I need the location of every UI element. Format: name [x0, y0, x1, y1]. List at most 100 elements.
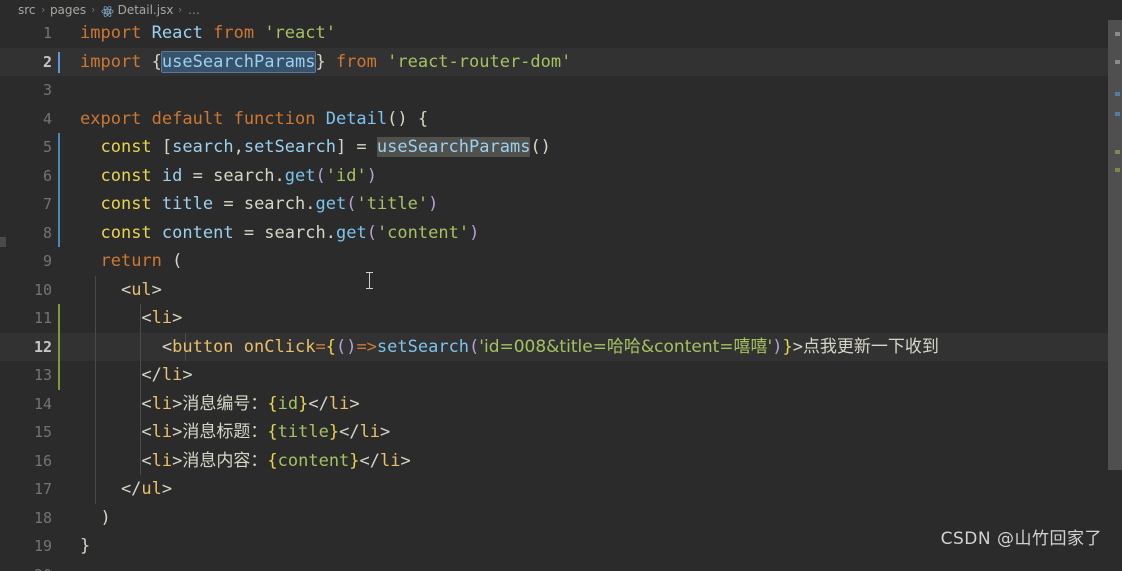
line-number: 4 [42, 109, 52, 128]
token-search: search [264, 222, 326, 243]
token-const: const [100, 194, 152, 214]
scrollbar-mark [1115, 168, 1120, 172]
breadcrumb-item-src[interactable]: src [18, 3, 36, 17]
line-content: ) [80, 507, 111, 528]
token-ul-tag: ul [131, 279, 152, 300]
line-number: 10 [33, 280, 52, 299]
code-line[interactable]: 5 const [search,setSearch] = useSearchPa… [0, 133, 1122, 162]
code-line[interactable]: 9 return ( [0, 247, 1122, 276]
line-number: 17 [33, 480, 52, 498]
scrollbar-mark [1115, 150, 1120, 154]
gutter-change-marker [58, 161, 60, 190]
scrollbar-thumb[interactable] [1108, 20, 1122, 470]
token-get: get [335, 222, 367, 243]
breadcrumb-item-file[interactable]: Detail.jsx [118, 3, 174, 17]
token-use-search-params-selected: useSearchParams [161, 51, 316, 72]
token-function: function [233, 108, 316, 129]
breadcrumb[interactable]: src › pages › Detail.jsx › … [0, 0, 1122, 19]
code-line[interactable]: 8 const content = search.get('content') [0, 218, 1122, 247]
scrollbar-mark [1115, 32, 1120, 36]
token-import: import [80, 23, 142, 43]
token-li-tag: li [359, 422, 381, 442]
line-content: </ul> [80, 479, 173, 499]
breadcrumb-separator-icon: › [178, 3, 183, 16]
token-get: get [284, 165, 316, 186]
token-li-tag: li [151, 450, 173, 471]
token-li-id-label: 消息编号： [182, 393, 268, 414]
line-number: 12 [33, 337, 52, 356]
line-content: <li>消息内容：{content}</li> [80, 450, 411, 471]
text-cursor [58, 51, 60, 73]
gutter-added-marker [58, 332, 60, 361]
token-ul-tag: ul [141, 479, 162, 499]
token-li-content-label: 消息内容： [182, 450, 268, 471]
line-number: 6 [42, 166, 52, 185]
code-line[interactable]: 6 const id = search.get('id') [0, 161, 1122, 190]
watermark: CSDN @山竹回家了 [940, 529, 1102, 549]
line-content: <li> [80, 308, 183, 328]
scrollbar-mark [1115, 60, 1120, 64]
token-li-tag: li [151, 393, 173, 414]
vertical-scrollbar[interactable] [1108, 0, 1122, 571]
token-search: search [243, 194, 306, 214]
code-line[interactable]: 14 <li>消息编号：{id}</li> [0, 389, 1122, 418]
breadcrumb-item-pages[interactable]: pages [50, 3, 86, 17]
token-detail: Detail [325, 108, 388, 129]
line-number: 1 [42, 24, 52, 42]
token-from: from [213, 23, 255, 43]
code-line[interactable]: 4 export default function Detail() { [0, 105, 1122, 134]
token-import: import [80, 51, 142, 72]
code-line[interactable]: 11 <li> [0, 304, 1122, 333]
token-li-title-label: 消息标题： [182, 422, 268, 442]
code-line[interactable]: 10 <ul> [0, 275, 1122, 304]
token-const: const [100, 137, 152, 157]
line-number: 3 [42, 81, 52, 99]
breadcrumb-separator-icon: › [40, 3, 45, 16]
line-content: <li>消息标题：{title}</li> [80, 422, 391, 442]
line-content: export default function Detail() { [80, 108, 429, 129]
code-line[interactable]: 20 [0, 561, 1122, 571]
line-number: 19 [33, 537, 52, 555]
token-search: search [213, 165, 275, 186]
line-number: 14 [33, 394, 52, 413]
line-number: 7 [42, 195, 52, 213]
token-button-tag: button [172, 336, 234, 357]
breadcrumb-separator-icon: › [91, 3, 96, 16]
code-line[interactable]: 3 [0, 76, 1122, 105]
line-number: 8 [42, 223, 52, 242]
code-line-active[interactable]: 2 import {useSearchParams} from 'react-r… [0, 47, 1122, 76]
line-number: 18 [33, 508, 52, 527]
code-editor: src › pages › Detail.jsx › … 1 import Re… [0, 0, 1122, 571]
token-content: content [161, 222, 234, 243]
token-export: export [80, 108, 142, 129]
code-line[interactable]: 7 const title = search.get('title') [0, 190, 1122, 219]
code-line[interactable]: 16 <li>消息内容：{content}</li> [0, 446, 1122, 475]
token-const: const [100, 222, 152, 243]
token-router-module: 'react-router-dom' [387, 51, 572, 72]
line-content: const content = search.get('content') [100, 222, 480, 243]
token-li-tag: li [151, 422, 173, 442]
token-const: const [100, 165, 152, 186]
line-number: 13 [33, 366, 52, 384]
token-query-string: 'id=008&title=哈哈&content=嘻嘻' [479, 336, 773, 357]
gutter-added-marker [58, 361, 60, 390]
code-line[interactable]: 12 <button onClick={()=>setSearch('id=00… [0, 332, 1122, 361]
token-li-tag: li [151, 308, 173, 328]
line-number: 5 [42, 138, 52, 156]
line-number: 11 [33, 309, 52, 327]
code-line[interactable]: 13 </li> [0, 361, 1122, 390]
token-content-expr: content [277, 450, 350, 471]
token-use-search-params-occurrence: useSearchParams [376, 137, 531, 157]
line-content: <button onClick={()=>setSearch('id=008&t… [80, 336, 939, 357]
line-content: <ul> [80, 279, 162, 300]
code-content[interactable]: 1 import React from 'react' 2 import {us… [0, 19, 1122, 571]
code-line[interactable]: 15 <li>消息标题：{title}</li> [0, 418, 1122, 447]
line-content: const id = search.get('id') [100, 165, 377, 186]
line-content: } [80, 536, 91, 556]
token-li-tag: li [161, 365, 183, 385]
breadcrumb-overflow[interactable]: … [188, 3, 201, 17]
line-content: const title = search.get('title') [100, 194, 439, 214]
code-line[interactable]: 1 import React from 'react' [0, 19, 1122, 48]
code-line[interactable]: 17 </ul> [0, 475, 1122, 504]
token-li-tag: li [328, 393, 350, 414]
